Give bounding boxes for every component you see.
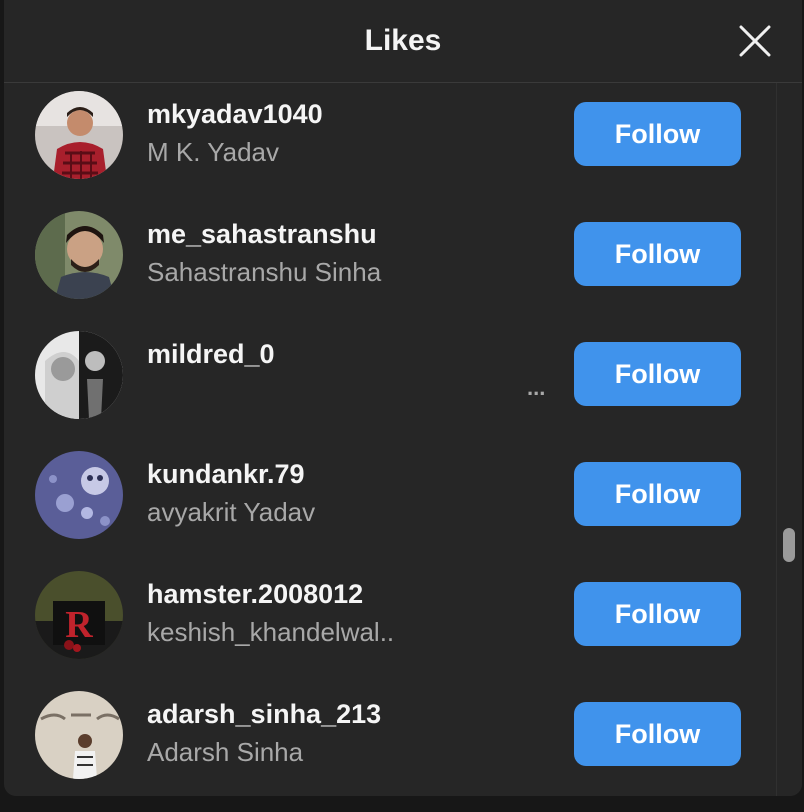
avatar[interactable]: R [35, 571, 123, 659]
close-button[interactable] [738, 24, 772, 58]
follow-button[interactable]: Follow [574, 702, 741, 766]
list-item: R hamster.2008012 keshish_khandelwal.. F… [4, 563, 774, 683]
scrollbar-thumb[interactable] [783, 528, 795, 562]
avatar[interactable] [35, 211, 123, 299]
username[interactable]: me_sahastranshu [147, 219, 377, 250]
close-icon [739, 25, 771, 57]
username[interactable]: mkyadav1040 [147, 99, 323, 130]
username[interactable]: mildred_0 [147, 339, 275, 370]
follow-button[interactable]: Follow [574, 342, 741, 406]
follow-button[interactable]: Follow [574, 462, 741, 526]
list-item: me_sahastranshu Sahastranshu Sinha Follo… [4, 203, 774, 323]
follow-button[interactable]: Follow [574, 102, 741, 166]
likes-dialog: Likes mkyadav1040 M K. Yadav Follow me_s… [4, 0, 802, 796]
list-item: adarsh_sinha_213 Adarsh Sinha Follow [4, 683, 774, 796]
likes-list[interactable]: mkyadav1040 M K. Yadav Follow me_sahastr… [4, 83, 774, 796]
avatar[interactable] [35, 691, 123, 779]
full-name: M K. Yadav [147, 137, 279, 167]
list-item: kundankr.79 avyakrit Yadav Follow [4, 443, 774, 563]
scrollbar-track[interactable] [776, 83, 802, 796]
username[interactable]: kundankr.79 [147, 459, 305, 490]
truncated-name: ... [527, 375, 546, 400]
full-name: Sahastranshu Sinha [147, 257, 382, 287]
svg-text:R: R [65, 604, 93, 646]
username[interactable]: hamster.2008012 [147, 579, 363, 610]
list-item: mkyadav1040 M K. Yadav Follow [4, 83, 774, 203]
avatar[interactable] [35, 91, 123, 179]
dialog-title: Likes [364, 24, 442, 57]
full-name: keshish_khandelwal.. [147, 617, 395, 647]
avatar[interactable] [35, 451, 123, 539]
follow-button[interactable]: Follow [574, 222, 741, 286]
full-name: Adarsh Sinha [147, 737, 304, 767]
avatar[interactable] [35, 331, 123, 419]
follow-button[interactable]: Follow [574, 582, 741, 646]
username[interactable]: adarsh_sinha_213 [147, 699, 381, 730]
full-name: avyakrit Yadav [147, 497, 316, 527]
list-item: mildred_0 ... Follow [4, 323, 774, 443]
dialog-header: Likes [4, 0, 802, 83]
